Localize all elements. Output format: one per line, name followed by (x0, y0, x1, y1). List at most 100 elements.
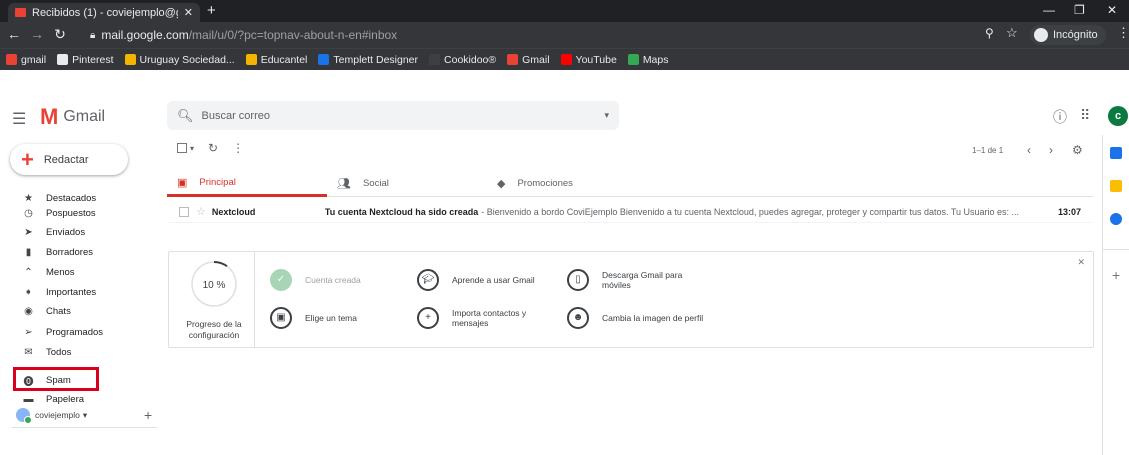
tab-social[interactable]: 👥︎ Social (337, 170, 389, 197)
table-row[interactable]: ☆ Nextcloud Tu cuenta Nextcloud ha sido … (167, 201, 1093, 223)
mail-toolbar: ▾ ↻ ⋮ (177, 141, 244, 155)
new-tab-icon[interactable]: + (207, 2, 216, 19)
sidebar-item-importantes[interactable]: ➧ Importantes (22, 285, 96, 299)
tab-promociones[interactable]: ◆ Promociones (497, 170, 573, 197)
row-star-icon[interactable]: ☆ (196, 205, 206, 218)
setup-step-label: Cuenta creada (305, 275, 361, 285)
sidebar-divider (12, 427, 157, 428)
sidebar-item-label: Pospuestos (46, 207, 96, 219)
setup-step-label: Elige un tema (305, 313, 357, 323)
help-icon[interactable]: ⓘ (1053, 107, 1067, 127)
hangouts-user[interactable]: coviejemplo ▾ (16, 408, 87, 424)
sidebar-item-destacados[interactable]: ★ Destacados (22, 191, 96, 205)
select-dropdown-icon[interactable]: ▾ (190, 144, 194, 153)
search-icon[interactable]: 🔍︎ (177, 108, 194, 124)
bookmark-label: Uruguay Sociedad... (139, 53, 235, 66)
restore-icon[interactable]: ❐ (1074, 3, 1085, 17)
compose-button[interactable]: + Redactar (10, 144, 128, 175)
bookmark-item[interactable]: Templett Designer (318, 54, 418, 66)
select-all-checkbox[interactable] (177, 143, 187, 153)
sidebar-item-pospuestos[interactable]: ◷ Pospuestos (22, 206, 96, 220)
reload-icon[interactable]: ↻ (50, 26, 70, 43)
account-avatar[interactable]: c (1108, 106, 1128, 126)
compose-label: Redactar (43, 153, 89, 166)
refresh-icon[interactable]: ↻ (208, 141, 218, 155)
setup-step-label: Cambia la imagen de perfil (602, 313, 704, 323)
bookmark-item[interactable]: Uruguay Sociedad... (124, 53, 235, 66)
setup-step[interactable]: ✓ Cuenta creada (270, 269, 410, 291)
gmail-logo-text: Gmail (63, 108, 106, 125)
prev-page-icon[interactable]: ‹ (1027, 143, 1031, 157)
row-time: 13:07 (1057, 206, 1081, 217)
url-domain: mail.google.com (101, 28, 189, 42)
setup-step[interactable]: + Importa contactos y mensajes (417, 307, 557, 329)
bookmark-item[interactable]: YouTube (560, 54, 617, 66)
row-subject: Tu cuenta Nextcloud ha sido creada (324, 206, 479, 217)
close-setup-icon[interactable]: ✕ (1077, 257, 1085, 268)
bookmark-item[interactable]: Educantel (245, 54, 307, 66)
setup-step[interactable]: ☻ Cambia la imagen de perfil (567, 307, 707, 329)
user-dropdown-icon[interactable]: ▾ (83, 410, 87, 421)
browser-tab[interactable]: Recibidos (1) - coviejemplo@gm ✕ (8, 3, 200, 22)
gmail-logo[interactable]: M Gmail (40, 104, 105, 130)
sidebar-item-papelera[interactable]: ▬ Papelera (22, 392, 85, 406)
sidebar-item-programados[interactable]: ➢ Programados (22, 325, 103, 339)
bookmark-item[interactable]: Gmail (507, 54, 550, 66)
next-page-icon[interactable]: › (1049, 143, 1053, 157)
url-field[interactable]: 🔒︎ mail.google.com /mail/u/0/?pc=topnav-… (90, 25, 970, 45)
main-menu-icon[interactable]: ☰ (12, 109, 26, 129)
bookmark-star-icon[interactable]: ☆ (1006, 25, 1018, 41)
calendar-icon[interactable] (1110, 147, 1122, 159)
sidebar-item-borradores[interactable]: ▮ Borradores (22, 245, 93, 259)
minimize-icon[interactable]: — (1043, 3, 1055, 17)
apps-grid-icon[interactable]: ⠿ (1080, 107, 1090, 124)
incognito-badge[interactable]: Incógnito (1030, 25, 1106, 45)
pager-text: 1–1 de 1 (972, 146, 1004, 155)
sidebar-item-label: Menos (46, 266, 75, 278)
tasks-icon[interactable] (1110, 213, 1122, 225)
tab-principal-label: Principal (199, 176, 236, 188)
sidebar-item-menos[interactable]: ⌃ Menos (22, 265, 75, 279)
tab-principal[interactable]: ▣ Principal (167, 170, 327, 197)
menu-dots-icon[interactable]: ⋮ (1117, 25, 1129, 41)
more-options-icon[interactable]: ⋮ (232, 141, 244, 155)
settings-gear-icon[interactable]: ⚙ (1072, 143, 1083, 157)
sidebar-item-chats[interactable]: ◉ Chats (22, 304, 71, 318)
bookmark-item[interactable]: gmail (6, 54, 46, 66)
setup-step[interactable]: 🎓︎ Aprende a usar Gmail (417, 269, 557, 291)
address-bar-row: ← → ↻ 🔒︎ mail.google.com /mail/u/0/?pc=t… (0, 22, 1129, 48)
chat-icon: ◉ (24, 305, 33, 317)
setup-step[interactable]: ▣ Elige un tema (270, 307, 410, 329)
star-icon: ★ (24, 192, 33, 204)
search-input[interactable]: 🔍︎ Buscar correo ▾ (167, 101, 619, 130)
setup-step-icon: + (417, 307, 439, 329)
bookmark-favicon-icon (6, 54, 17, 65)
back-icon[interactable]: ← (4, 26, 24, 42)
bookmark-item[interactable]: Pinterest (57, 54, 114, 66)
setup-step[interactable]: ▯ Descarga Gmail para móviles (567, 269, 707, 291)
close-tab-icon[interactable]: ✕ (184, 6, 193, 19)
search-options-icon[interactable]: ▾ (604, 110, 609, 121)
setup-step-label: Importa contactos y mensajes (452, 308, 527, 328)
keep-icon[interactable] (1110, 180, 1122, 192)
forward-icon[interactable]: → (27, 26, 47, 42)
gmail-favicon-icon (15, 8, 26, 17)
user-name: coviejemplo (35, 410, 80, 420)
trash-icon: ▬ (23, 393, 34, 405)
get-addons-icon[interactable]: + (1112, 267, 1120, 283)
row-snippet: - Bienvenido a bordo CoviEjemplo Bienven… (481, 206, 1020, 217)
setup-step-icon: ☻ (567, 307, 589, 329)
sidebar-item-label: Borradores (46, 246, 93, 258)
setup-step-label: Aprende a usar Gmail (452, 275, 535, 285)
window-close-icon[interactable]: ✕ (1107, 3, 1117, 17)
spam-highlight-box (13, 367, 99, 391)
zoom-icon[interactable]: ⚲ (985, 26, 994, 40)
sidebar-item-enviados[interactable]: ➤ Enviados (22, 225, 85, 239)
bookmark-favicon-icon (245, 54, 257, 65)
setup-step-label: Descarga Gmail para móviles (602, 270, 683, 290)
bookmark-item[interactable]: Cookidoo® (429, 54, 496, 66)
add-contact-icon[interactable]: + (144, 407, 152, 423)
bookmark-item[interactable]: Maps (627, 54, 669, 66)
row-checkbox[interactable] (179, 206, 189, 217)
sidebar-item-todos[interactable]: ✉ Todos (22, 345, 71, 359)
